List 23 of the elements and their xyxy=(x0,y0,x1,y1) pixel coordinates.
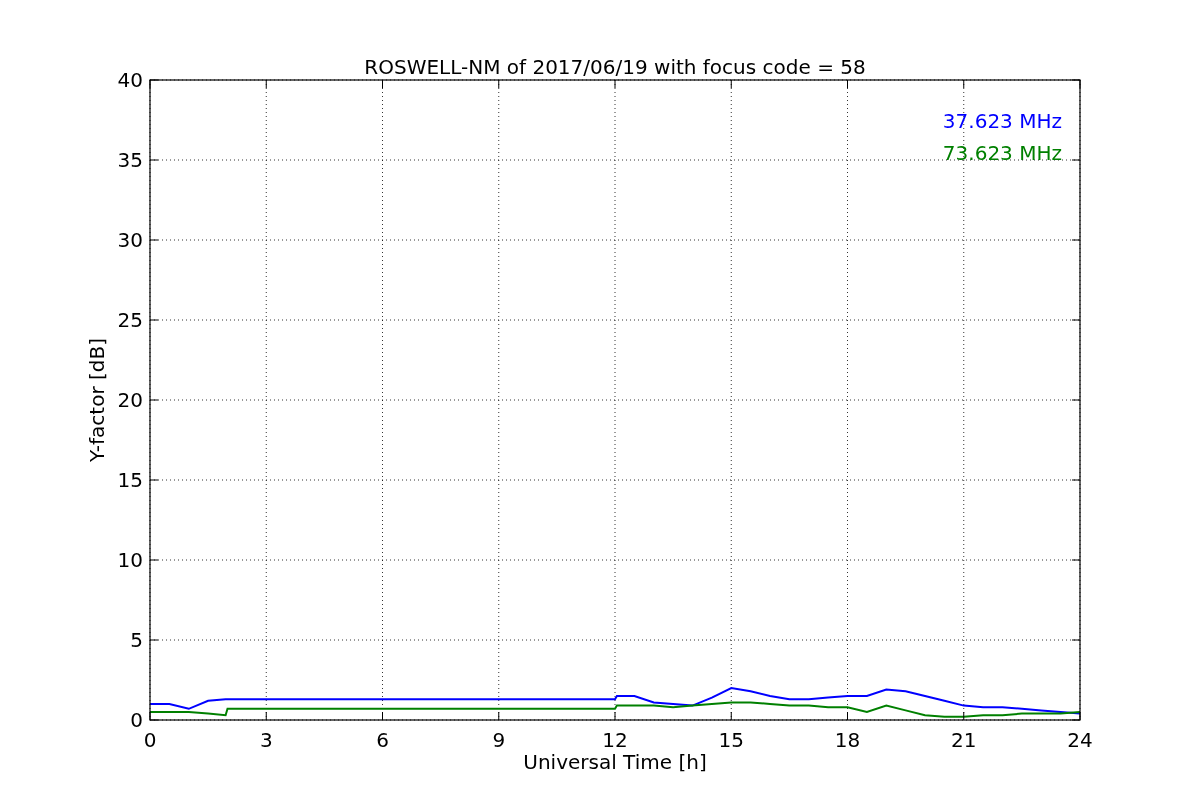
x-tick-label: 3 xyxy=(259,728,273,752)
y-tick-label: 10 xyxy=(117,548,143,572)
x-tick-label: 9 xyxy=(492,728,506,752)
y-tick-label: 40 xyxy=(117,68,143,92)
legend-label: 37.623 MHz xyxy=(942,109,1062,133)
x-tick-label: 0 xyxy=(143,728,157,752)
y-axis-label: Y-factor [dB] xyxy=(85,338,109,462)
legend-label: 73.623 MHz xyxy=(942,141,1062,165)
y-tick-label: 15 xyxy=(117,468,143,492)
x-axis-label: Universal Time [h] xyxy=(523,750,707,774)
y-tick-label: 5 xyxy=(130,628,143,652)
y-tick-label: 25 xyxy=(117,308,143,332)
x-tick-label: 24 xyxy=(1067,728,1093,752)
y-tick-label: 20 xyxy=(117,388,143,412)
y-tick-label: 0 xyxy=(130,708,143,732)
x-tick-label: 15 xyxy=(718,728,744,752)
chart-title: ROSWELL-NM of 2017/06/19 with focus code = 58 xyxy=(364,55,866,79)
y-tick-label: 35 xyxy=(117,148,143,172)
x-tick-label: 6 xyxy=(376,728,389,752)
y-tick-label: 30 xyxy=(117,228,143,252)
x-tick-label: 12 xyxy=(602,728,628,752)
x-tick-label: 21 xyxy=(951,728,977,752)
x-tick-label: 18 xyxy=(834,728,861,752)
